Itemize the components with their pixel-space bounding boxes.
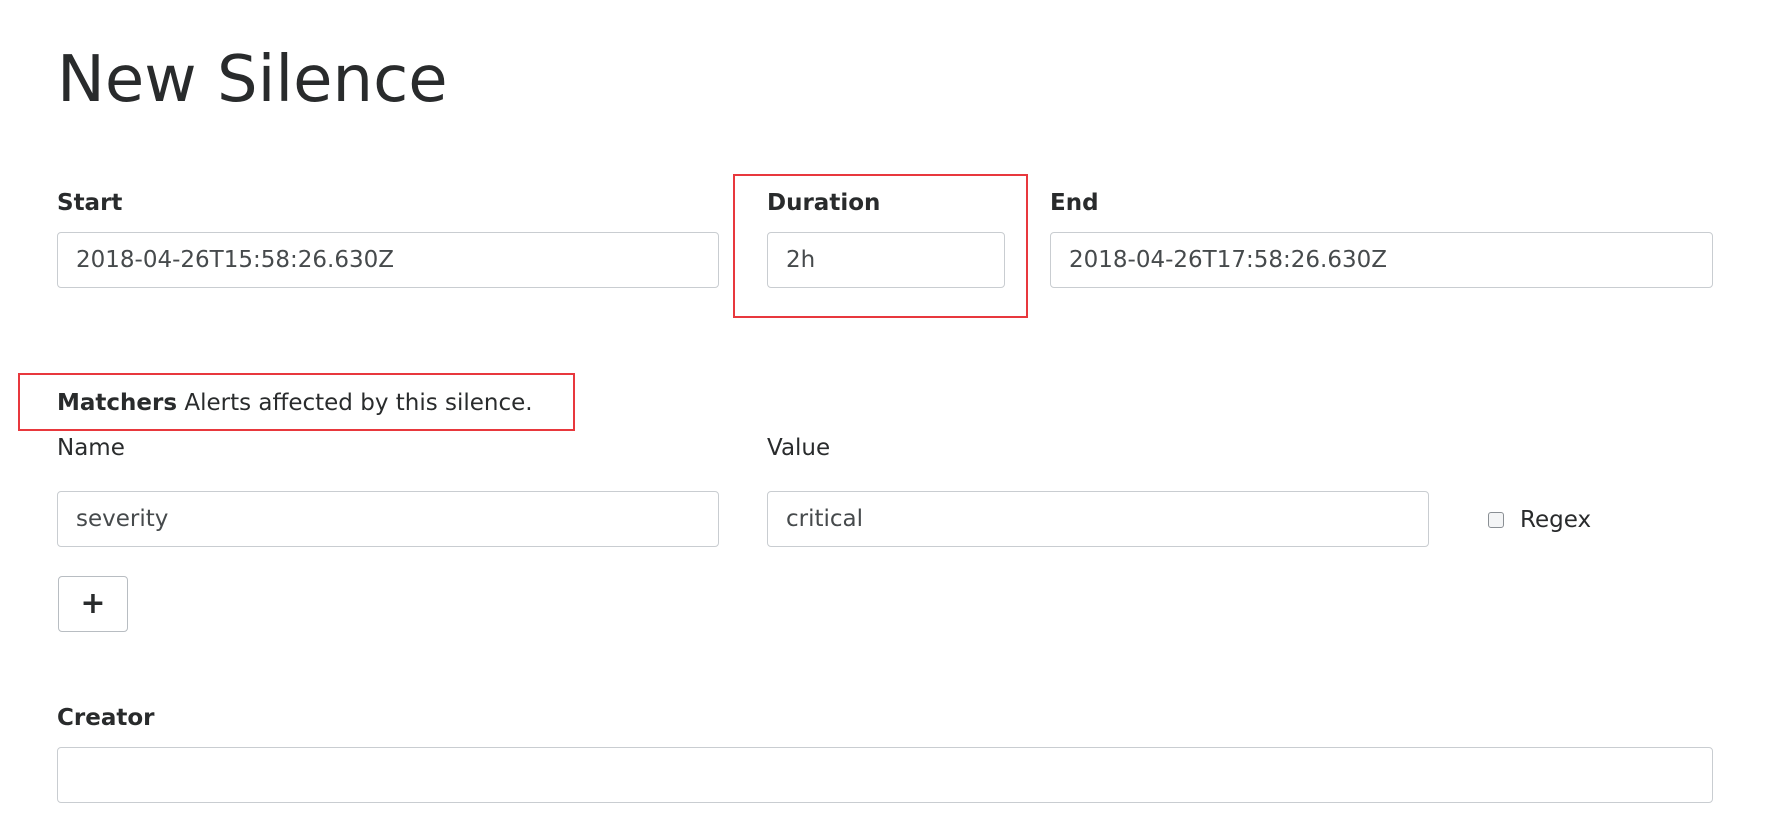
regex-toggle[interactable]: Regex xyxy=(1488,507,1591,533)
end-label: End xyxy=(1050,190,1099,216)
matcher-value-label: Value xyxy=(767,435,831,461)
start-label: Start xyxy=(57,190,123,216)
matchers-heading: Matchers Alerts affected by this silence… xyxy=(57,388,533,418)
matcher-name-label: Name xyxy=(57,435,125,461)
creator-input[interactable] xyxy=(57,747,1713,803)
page-title: New Silence xyxy=(57,43,448,117)
duration-label: Duration xyxy=(767,190,881,216)
add-matcher-button[interactable]: + xyxy=(58,576,128,632)
regex-checkbox[interactable] xyxy=(1488,512,1504,528)
duration-input[interactable] xyxy=(767,232,1005,288)
regex-label: Regex xyxy=(1520,507,1592,533)
end-input[interactable] xyxy=(1050,232,1713,288)
matcher-name-input[interactable] xyxy=(57,491,719,547)
matchers-title: Matchers xyxy=(57,390,178,416)
start-input[interactable] xyxy=(57,232,719,288)
matcher-value-input[interactable] xyxy=(767,491,1429,547)
creator-label: Creator xyxy=(57,705,155,731)
matchers-description: Alerts affected by this silence. xyxy=(184,390,533,416)
